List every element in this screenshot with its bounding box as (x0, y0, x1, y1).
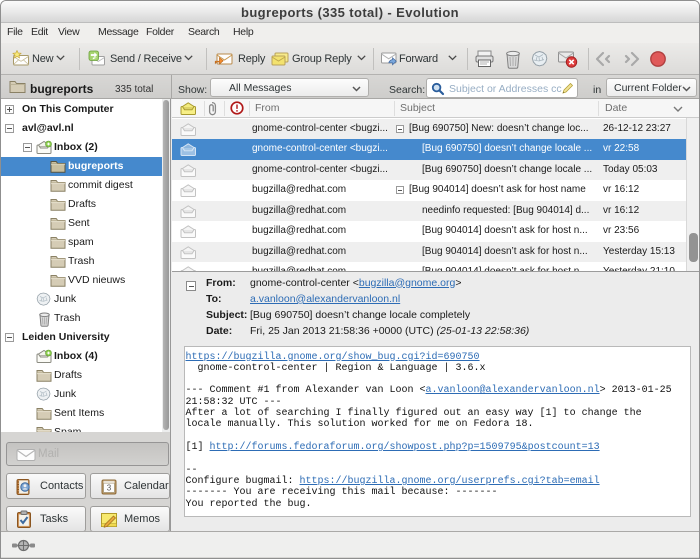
svg-text:3: 3 (107, 484, 112, 493)
